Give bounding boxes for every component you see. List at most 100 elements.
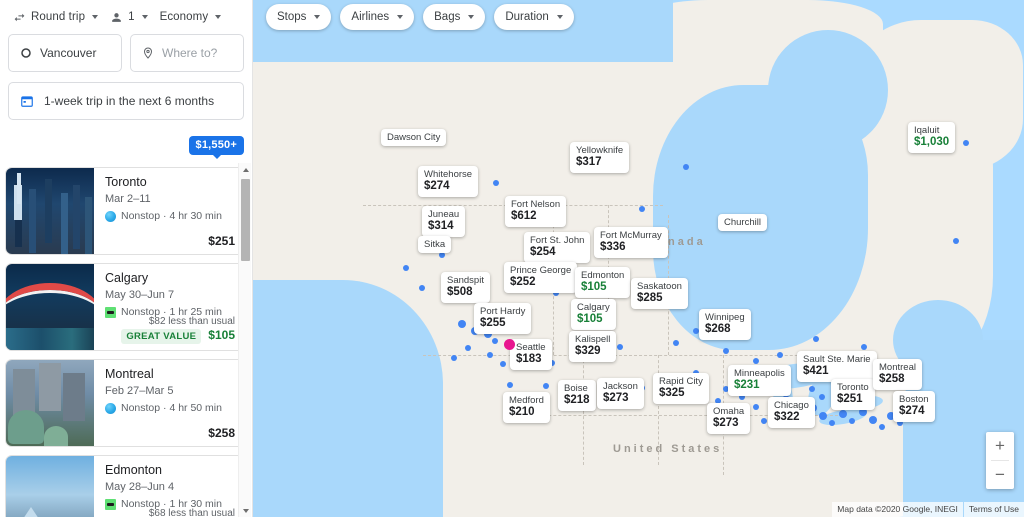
map-price-pin[interactable]: Sandspit $508 — [441, 272, 490, 303]
map-price-pin[interactable]: Boise $218 — [558, 380, 596, 411]
zoom-out-button[interactable]: − — [986, 461, 1014, 489]
map-price-pin[interactable]: Dawson City — [381, 129, 447, 146]
filter-chip-airlines[interactable]: Airlines — [340, 4, 415, 30]
destinations-map[interactable]: Canada United States Dawson City Whitehors… — [253, 0, 1024, 517]
filter-chip-stops[interactable]: Stops — [266, 4, 332, 30]
filter-chip-label: Stops — [277, 11, 307, 23]
map-price-pin[interactable]: Sault Ste. Marie $421 — [797, 351, 877, 382]
map-price-pin[interactable]: Montreal $258 — [873, 359, 922, 390]
map-airport-dot[interactable] — [419, 285, 425, 291]
scroll-down-arrow-icon[interactable] — [239, 504, 252, 517]
map-pin-city: Fort St. John — [530, 235, 585, 246]
map-airport-dot[interactable] — [813, 336, 819, 342]
terms-of-use-link[interactable]: Terms of Use — [963, 502, 1024, 517]
map-pin-city: Jackson — [603, 381, 638, 392]
zoom-in-button[interactable]: + — [986, 432, 1014, 460]
map-price-pin[interactable]: Sitka — [418, 236, 452, 253]
filter-chip-duration[interactable]: Duration — [494, 4, 574, 30]
map-price-pin[interactable]: Chicago $322 — [768, 397, 815, 428]
price-max-bubble: $1,550+ — [188, 136, 244, 159]
scrollbar-thumb[interactable] — [241, 179, 250, 261]
map-airport-dot[interactable] — [819, 412, 827, 420]
map-airport-dot[interactable] — [879, 424, 885, 430]
trip-type-selector[interactable]: Round trip — [8, 8, 103, 27]
map-airport-dot[interactable] — [761, 418, 767, 424]
map-airport-dot[interactable] — [493, 180, 499, 186]
map-price-pin[interactable]: Iqaluit $1,030 — [908, 122, 956, 153]
map-airport-dot[interactable] — [451, 355, 457, 361]
map-price-pin[interactable]: Prince George $252 — [504, 262, 578, 293]
map-airport-dot[interactable] — [753, 358, 759, 364]
map-price-pin[interactable]: Calgary $105 — [571, 299, 616, 330]
map-airport-dot[interactable] — [839, 410, 847, 418]
origin-field[interactable]: Vancouver — [8, 34, 122, 72]
map-airport-dot[interactable] — [777, 352, 783, 358]
cabin-class-selector[interactable]: Economy — [155, 8, 227, 26]
destination-card[interactable]: Montreal Feb 27–Mar 5 Nonstop · 4 hr 50 mi… — [5, 359, 245, 447]
map-airport-dot[interactable] — [458, 320, 466, 328]
destination-card-body: Edmonton May 28–Jun 4 Nonstop · 1 hr 30 mi… — [94, 456, 244, 517]
map-pin-city: Dawson City — [387, 132, 441, 143]
map-airport-dot[interactable] — [723, 348, 729, 354]
map-airport-dot[interactable] — [869, 416, 877, 424]
map-price-pin[interactable]: Medford $210 — [503, 392, 550, 423]
map-price-pin[interactable]: Edmonton $105 — [575, 267, 631, 298]
map-airport-dot[interactable] — [673, 340, 679, 346]
map-airport-dot[interactable] — [617, 344, 623, 350]
map-airport-dot[interactable] — [487, 352, 493, 358]
passengers-selector[interactable]: 1 — [105, 8, 153, 27]
map-airport-dot[interactable] — [500, 361, 506, 367]
map-airport-dot[interactable] — [809, 386, 815, 392]
map-price-pin[interactable]: Toronto $251 — [831, 379, 875, 410]
filter-chip-bags[interactable]: Bags — [423, 4, 486, 30]
chevron-down-icon — [215, 15, 222, 19]
map-airport-dot[interactable] — [492, 338, 498, 344]
destination-card[interactable]: Calgary May 30–Jun 7 Nonstop · 1 hr 25 min… — [5, 263, 245, 351]
map-price-pin[interactable]: Seattle $183 — [510, 339, 552, 370]
map-price-pin[interactable]: Rapid City $325 — [653, 373, 709, 404]
map-price-pin[interactable]: Kalispell $329 — [569, 331, 617, 362]
map-airport-dot[interactable] — [819, 394, 825, 400]
map-pin-price: $218 — [564, 394, 590, 406]
map-airport-dot[interactable] — [465, 345, 471, 351]
map-price-pin[interactable]: Fort McMurray $336 — [594, 227, 668, 258]
origin-marker[interactable] — [504, 339, 515, 350]
search-sidebar: Round trip 1 Economy Vancouver Where to?… — [0, 0, 253, 517]
map-price-pin[interactable]: Juneau $314 — [422, 206, 466, 237]
date-field[interactable]: 1-week trip in the next 6 months — [8, 82, 244, 120]
map-airport-dot[interactable] — [639, 206, 645, 212]
map-price-pin[interactable]: Yellowknife $317 — [570, 142, 630, 173]
destination-field[interactable]: Where to? — [130, 34, 244, 72]
map-airport-dot[interactable] — [753, 404, 759, 410]
filter-chip-label: Bags — [434, 11, 461, 23]
map-price-pin[interactable]: Jackson $273 — [597, 378, 644, 409]
map-airport-dot[interactable] — [861, 344, 867, 350]
map-price-pin[interactable]: Fort Nelson $612 — [505, 196, 567, 227]
destination-photo — [6, 168, 94, 254]
map-price-pin[interactable]: Minneapolis $231 — [728, 365, 791, 396]
map-zoom-controls: + − — [986, 432, 1014, 489]
results-scrollbar[interactable] — [238, 163, 251, 517]
destination-card[interactable]: Toronto Mar 2–11 Nonstop · 4 hr 30 min $251 — [5, 167, 245, 255]
map-airport-dot[interactable] — [507, 382, 513, 388]
map-airport-dot[interactable] — [849, 418, 855, 424]
scroll-up-arrow-icon[interactable] — [239, 163, 252, 176]
map-airport-dot[interactable] — [403, 265, 409, 271]
map-airport-dot[interactable] — [963, 140, 969, 146]
map-price-pin[interactable]: Boston $274 — [893, 391, 935, 422]
map-price-pin[interactable]: Omaha $273 — [707, 403, 751, 434]
map-price-pin[interactable]: Fort St. John $254 — [524, 232, 591, 263]
map-price-pin[interactable]: Churchill — [718, 214, 767, 231]
destination-card-body: Montreal Feb 27–Mar 5 Nonstop · 4 hr 50 mi… — [94, 360, 244, 446]
map-price-pin[interactable]: Port Hardy $255 — [474, 303, 532, 334]
map-price-pin[interactable]: Whitehorse $274 — [418, 166, 479, 197]
filter-chip-label: Duration — [505, 11, 549, 23]
map-airport-dot[interactable] — [543, 383, 549, 389]
map-airport-dot[interactable] — [953, 238, 959, 244]
destination-results-list[interactable]: Toronto Mar 2–11 Nonstop · 4 hr 30 min $251… — [0, 163, 252, 517]
map-price-pin[interactable]: Saskatoon $285 — [631, 278, 688, 309]
map-price-pin[interactable]: Winnipeg $268 — [699, 309, 751, 340]
map-airport-dot[interactable] — [829, 420, 835, 426]
map-airport-dot[interactable] — [683, 164, 689, 170]
destination-card[interactable]: Edmonton May 28–Jun 4 Nonstop · 1 hr 30 mi… — [5, 455, 245, 517]
